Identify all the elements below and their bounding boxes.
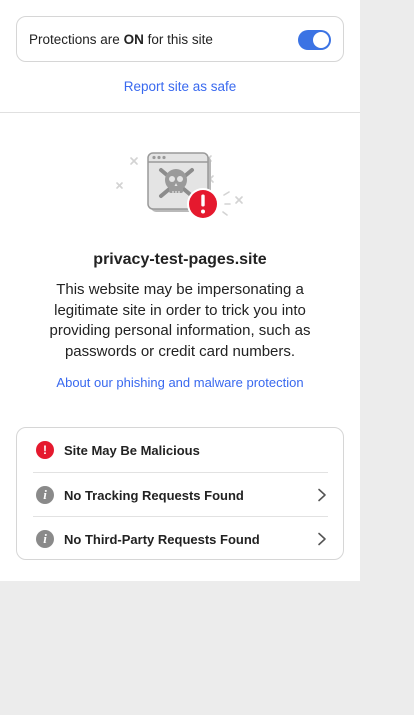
privacy-dashboard-panel: Protections are ON for this site Report …	[0, 0, 360, 581]
chevron-right-icon	[318, 532, 326, 546]
site-domain-title: privacy-test-pages.site	[93, 251, 267, 268]
status-row-malicious: ! Site May Be Malicious	[33, 428, 328, 472]
alert-icon: !	[36, 441, 54, 459]
protections-prefix: Protections are	[29, 32, 120, 47]
protections-card: Protections are ON for this site	[16, 16, 344, 62]
status-row-label: No Tracking Requests Found	[64, 488, 244, 503]
status-row-label: No Third-Party Requests Found	[64, 532, 260, 547]
status-row-tracking-requests[interactable]: i No Tracking Requests Found	[33, 472, 328, 516]
malicious-site-illustration	[112, 146, 248, 222]
status-row-label: Site May Be Malicious	[64, 443, 200, 458]
status-row-third-party-requests[interactable]: i No Third-Party Requests Found	[33, 516, 328, 560]
divider	[0, 112, 360, 113]
status-list-card: ! Site May Be Malicious i No Tracking Re…	[16, 427, 344, 560]
toggle-knob	[313, 32, 329, 48]
protections-status-text: Protections are ON for this site	[29, 32, 213, 47]
protections-toggle[interactable]	[298, 30, 331, 50]
info-icon: i	[36, 486, 54, 504]
phishing-warning-text: This website may be impersonating a legi…	[49, 281, 311, 360]
skull-browser-icon	[116, 152, 243, 220]
info-icon: i	[36, 530, 54, 548]
protections-suffix: for this site	[147, 32, 213, 47]
about-protection-link[interactable]: About our phishing and malware protectio…	[0, 375, 360, 390]
report-site-safe-link[interactable]: Report site as safe	[0, 79, 360, 94]
protections-state: ON	[123, 32, 144, 47]
chevron-right-icon	[318, 488, 326, 502]
